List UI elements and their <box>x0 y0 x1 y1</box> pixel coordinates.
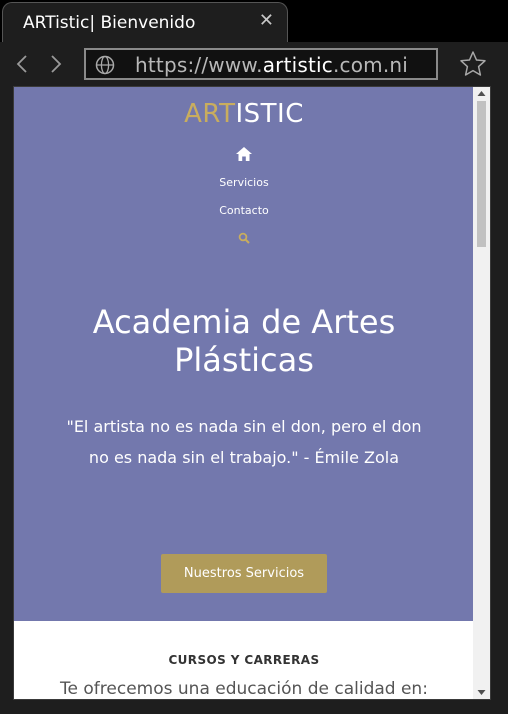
close-tab-icon[interactable]: ✕ <box>259 12 274 30</box>
section-text: Te ofrecemos una educación de calidad en… <box>60 679 428 699</box>
hero-quote: "El artista no es nada sin el don, pero … <box>66 417 422 467</box>
nav-link-contacto[interactable]: Contacto <box>14 204 474 217</box>
hero-section: ARTISTIC Servicios Contacto Academia de … <box>14 87 474 621</box>
scroll-down-icon[interactable] <box>473 685 490 699</box>
tab-bar: ARTistic| Bienvenido ✕ <box>0 0 508 42</box>
site-logo[interactable]: ARTISTIC <box>14 99 474 129</box>
browser-window: ARTistic| Bienvenido ✕ https://www.artis… <box>0 0 508 714</box>
url-suffix: .com.ni <box>332 53 409 77</box>
home-icon[interactable] <box>236 147 252 161</box>
url-prefix: https://www. <box>135 53 263 77</box>
logo-istic: ISTIC <box>235 99 304 129</box>
url-text: https://www.artistic.com.ni <box>135 53 408 77</box>
globe-icon <box>95 55 115 75</box>
forward-arrow-icon[interactable] <box>44 52 66 76</box>
bookmark-star-icon[interactable] <box>458 49 488 79</box>
logo-art: ART <box>184 99 236 129</box>
scrollbar-thumb[interactable] <box>477 101 486 247</box>
vertical-scrollbar[interactable] <box>473 87 490 699</box>
page-viewport: ARTISTIC Servicios Contacto Academia de … <box>13 86 491 700</box>
back-arrow-icon[interactable] <box>12 52 34 76</box>
browser-toolbar: https://www.artistic.com.ni <box>0 42 508 86</box>
scroll-up-icon[interactable] <box>473 87 490 101</box>
url-domain: artistic <box>262 53 333 77</box>
browser-tab[interactable]: ARTistic| Bienvenido ✕ <box>2 2 288 42</box>
hero-title: Academia de Artes Plásticas <box>92 303 396 379</box>
section-title: CURSOS Y CARRERAS <box>168 653 320 667</box>
address-bar[interactable]: https://www.artistic.com.ni <box>84 48 438 80</box>
search-icon[interactable] <box>238 232 250 244</box>
nav-link-servicios[interactable]: Servicios <box>14 176 474 189</box>
nuestros-servicios-button[interactable]: Nuestros Servicios <box>161 554 327 593</box>
tab-title: ARTistic| Bienvenido <box>23 13 196 33</box>
